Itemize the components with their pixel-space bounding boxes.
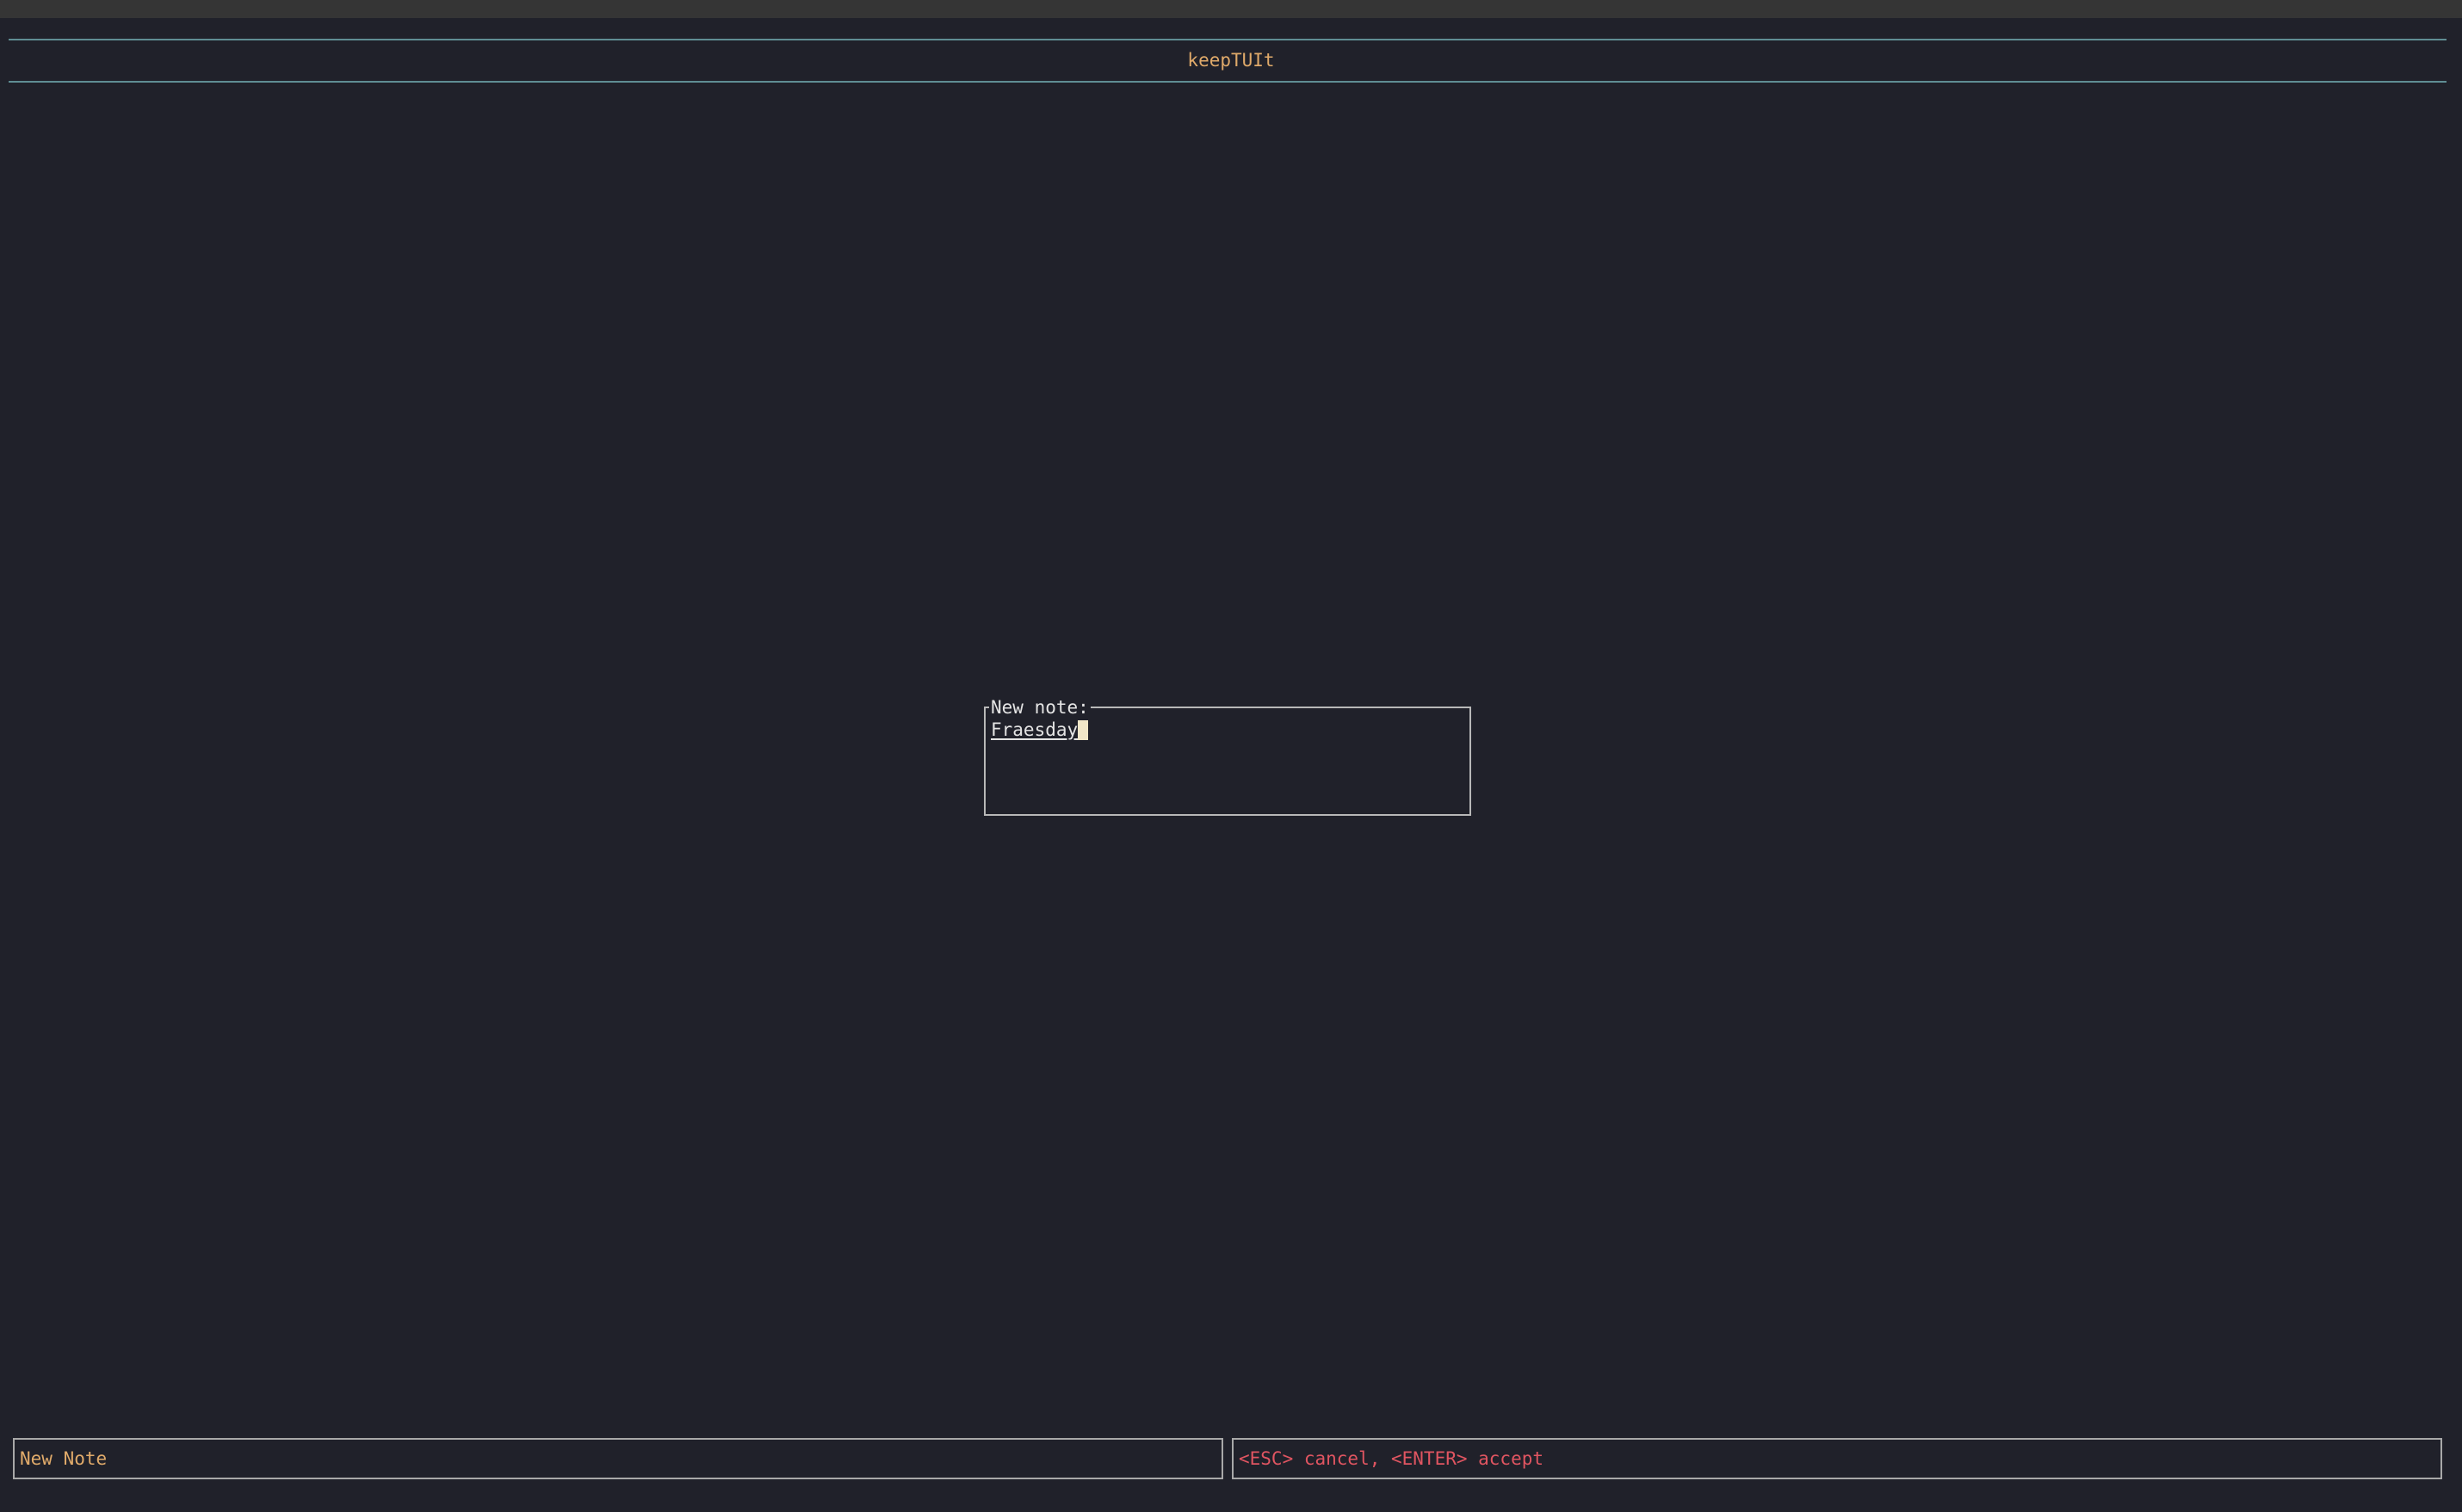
title-rule-top [9, 39, 2447, 40]
new-note-label: New note: [989, 697, 1091, 718]
status-mode: New Note [13, 1438, 1223, 1479]
terminal-top-bar [0, 0, 2462, 18]
status-key-hint: <ESC> cancel, <ENTER> accept [1232, 1438, 2442, 1479]
new-note-input-value: Fraesday [991, 719, 1079, 740]
new-note-dialog: New note: Fraesday [984, 697, 1471, 816]
title-rule-bottom [9, 81, 2447, 83]
text-cursor [1078, 720, 1089, 740]
new-note-input[interactable]: Fraesday [991, 719, 1089, 741]
app-title: keepTUIt [1187, 50, 1275, 71]
